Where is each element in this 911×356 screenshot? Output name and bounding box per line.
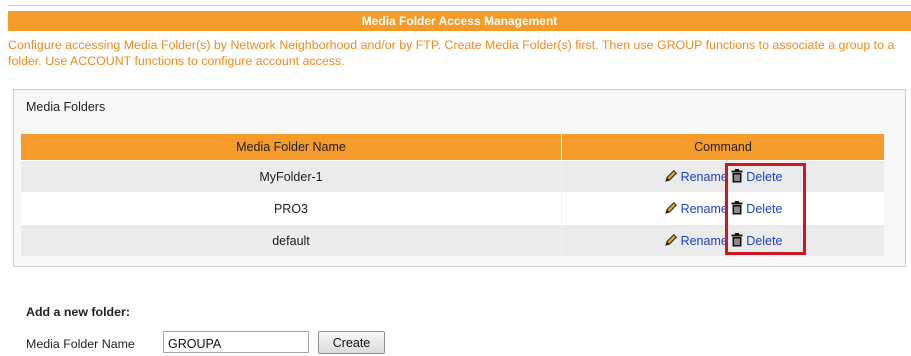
top-divider [8, 5, 911, 6]
create-button[interactable]: Create [318, 331, 385, 354]
delete-link[interactable]: Delete [746, 234, 782, 248]
table-header-row: Media Folder Name Command [21, 134, 884, 161]
table-row: default Rename Delete [21, 224, 884, 256]
rename-link[interactable]: Rename [681, 170, 728, 184]
pencil-icon[interactable] [664, 169, 678, 183]
trash-icon[interactable] [731, 201, 743, 215]
command-cell: Rename Delete [561, 160, 884, 193]
add-folder-title: Add a new folder: [26, 305, 130, 319]
folder-name-cell: MyFolder-1 [21, 160, 562, 193]
rename-link[interactable]: Rename [681, 234, 728, 248]
media-folder-name-input[interactable] [163, 331, 309, 353]
page-header: Media Folder Access Management [8, 11, 911, 31]
delete-link[interactable]: Delete [746, 202, 782, 216]
folder-name-cell: default [21, 224, 562, 256]
delete-link[interactable]: Delete [746, 170, 782, 184]
column-header-command: Command [561, 134, 884, 161]
table-row: MyFolder-1 Rename Delete [21, 160, 884, 193]
rename-link[interactable]: Rename [681, 202, 728, 216]
column-header-name: Media Folder Name [21, 134, 562, 161]
intro-text: Configure accessing Media Folder(s) by N… [8, 38, 895, 68]
media-folder-name-label: Media Folder Name [26, 337, 135, 351]
folder-name-cell: PRO3 [21, 192, 562, 225]
media-folders-title: Media Folders [26, 100, 106, 114]
pencil-icon[interactable] [664, 201, 678, 215]
trash-icon[interactable] [731, 169, 743, 183]
pencil-icon[interactable] [664, 233, 678, 247]
command-cell: Rename Delete [561, 224, 884, 256]
command-cell: Rename Delete [561, 192, 884, 225]
trash-icon[interactable] [731, 233, 743, 247]
table-row: PRO3 Rename Delete [21, 192, 884, 225]
media-folders-table: Media Folder Name Command MyFolder-1 Ren… [21, 134, 884, 256]
